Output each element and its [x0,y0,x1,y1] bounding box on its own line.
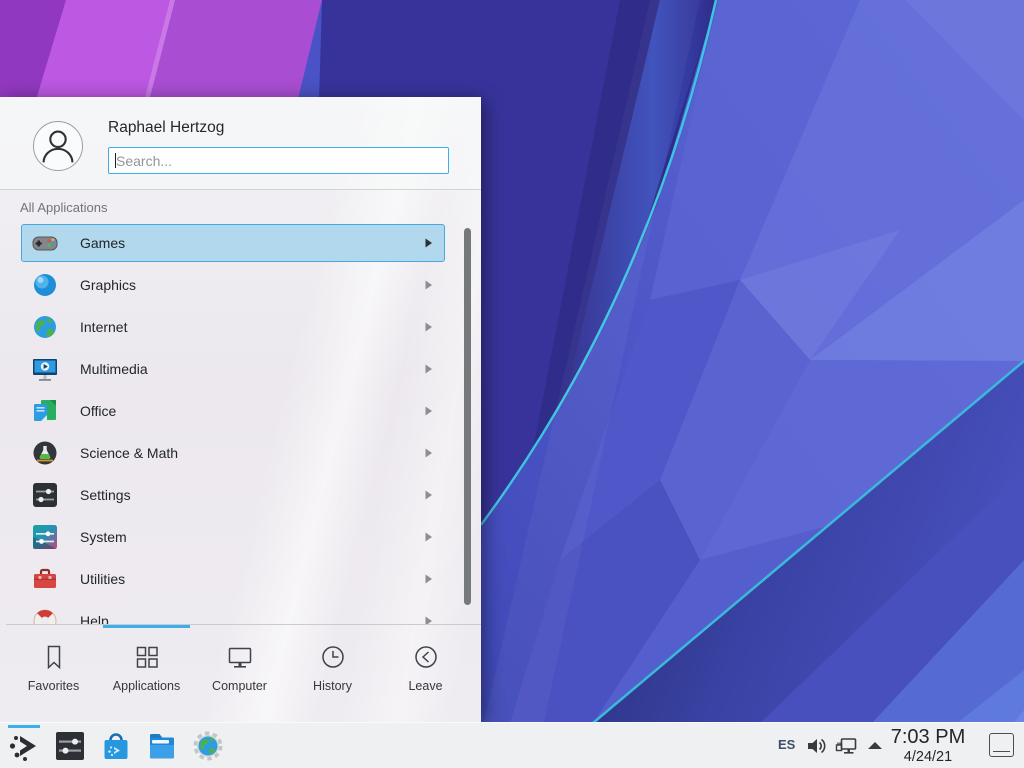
kicker-arrow-icon [8,730,40,762]
user-icon [34,122,82,170]
media-player-icon [31,355,59,383]
tab-computer[interactable]: Computer [193,631,286,701]
settings-sliders-icon [54,730,86,762]
launcher-active-indicator [8,725,40,728]
paint-sphere-icon [31,271,59,299]
tab-applications[interactable]: Applications [100,631,193,701]
submenu-arrow-icon [424,616,433,624]
category-multimedia[interactable]: Multimedia [21,350,445,388]
taskbar: ES 7:03 PM 4/24/2 [0,722,1024,768]
application-launcher-popup: Raphael Hertzog All Applications Games [0,97,481,722]
category-label: Settings [80,487,131,503]
show-desktop-button[interactable] [989,733,1014,757]
shopping-bag-icon [100,730,132,762]
science-flask-icon [31,439,59,467]
leave-back-icon [412,643,440,671]
submenu-arrow-icon [424,490,433,500]
tab-history[interactable]: History [286,631,379,701]
search-input[interactable] [108,147,449,174]
tab-label: History [313,679,352,693]
search-field-wrap [108,147,449,174]
globe-gear-icon [192,730,224,762]
submenu-arrow-icon [424,574,433,584]
user-name: Raphael Hertzog [108,119,224,137]
application-launcher-button[interactable] [8,730,40,762]
category-label: Science & Math [80,445,178,461]
discover-button[interactable] [100,730,132,762]
keyboard-layout-indicator[interactable]: ES [778,737,795,752]
tab-label: Leave [408,679,442,693]
submenu-arrow-icon [424,448,433,458]
text-caret [115,153,116,168]
list-scrollbar[interactable] [464,228,471,605]
blue-folder-icon [146,730,178,762]
category-help[interactable]: Help [21,602,445,624]
category-science-math[interactable]: Science & Math [21,434,445,472]
category-label: System [80,529,127,545]
lifebuoy-icon [31,607,59,624]
submenu-arrow-icon [424,280,433,290]
tab-label: Favorites [28,679,79,693]
tab-label: Applications [113,679,180,693]
category-label: Utilities [80,571,125,587]
category-label: Help [80,613,109,624]
wired-network-icon[interactable] [835,735,857,757]
system-settings-button[interactable] [54,730,86,762]
web-browser-button[interactable] [192,730,224,762]
submenu-arrow-icon [424,532,433,542]
gamepad-icon [31,229,59,257]
launcher-header: Raphael Hertzog [0,97,481,190]
submenu-arrow-icon [424,322,433,332]
category-label: Multimedia [80,361,148,377]
clock-time: 7:03 PM [878,727,978,747]
volume-icon[interactable] [806,735,828,757]
tab-favorites[interactable]: Favorites [7,631,100,701]
category-label: Graphics [80,277,136,293]
category-system[interactable]: System [21,518,445,556]
category-settings[interactable]: Settings [21,476,445,514]
active-tab-indicator [103,625,190,628]
app-grid-icon [133,643,161,671]
submenu-arrow-icon [424,364,433,374]
category-games[interactable]: Games [21,224,445,262]
user-avatar[interactable] [33,121,83,171]
submenu-arrow-icon [424,406,433,416]
system-sliders-icon [31,523,59,551]
category-office[interactable]: Office [21,392,445,430]
category-internet[interactable]: Internet [21,308,445,346]
documents-icon [31,397,59,425]
toolbox-icon [31,565,59,593]
monitor-icon [226,643,254,671]
desktop: Raphael Hertzog All Applications Games [0,0,1024,768]
category-utilities[interactable]: Utilities [21,560,445,598]
category-label: Internet [80,319,127,335]
bookmark-icon [40,643,68,671]
tabbar-divider [6,624,481,625]
category-graphics[interactable]: Graphics [21,266,445,304]
tab-label: Computer [212,679,267,693]
section-label: All Applications [20,200,107,215]
tab-leave[interactable]: Leave [379,631,472,701]
category-list: Games Graphics [0,224,481,624]
globe-icon [31,313,59,341]
submenu-arrow-icon [424,238,433,248]
digital-clock[interactable]: 7:03 PM 4/24/21 [878,727,978,765]
file-manager-button[interactable] [146,730,178,762]
clock-date: 4/24/21 [878,750,978,765]
category-label: Games [80,235,125,251]
sliders-icon [31,481,59,509]
launcher-tabbar: Favorites Applications Computer [7,631,474,701]
category-label: Office [80,403,116,419]
clock-icon [319,643,347,671]
